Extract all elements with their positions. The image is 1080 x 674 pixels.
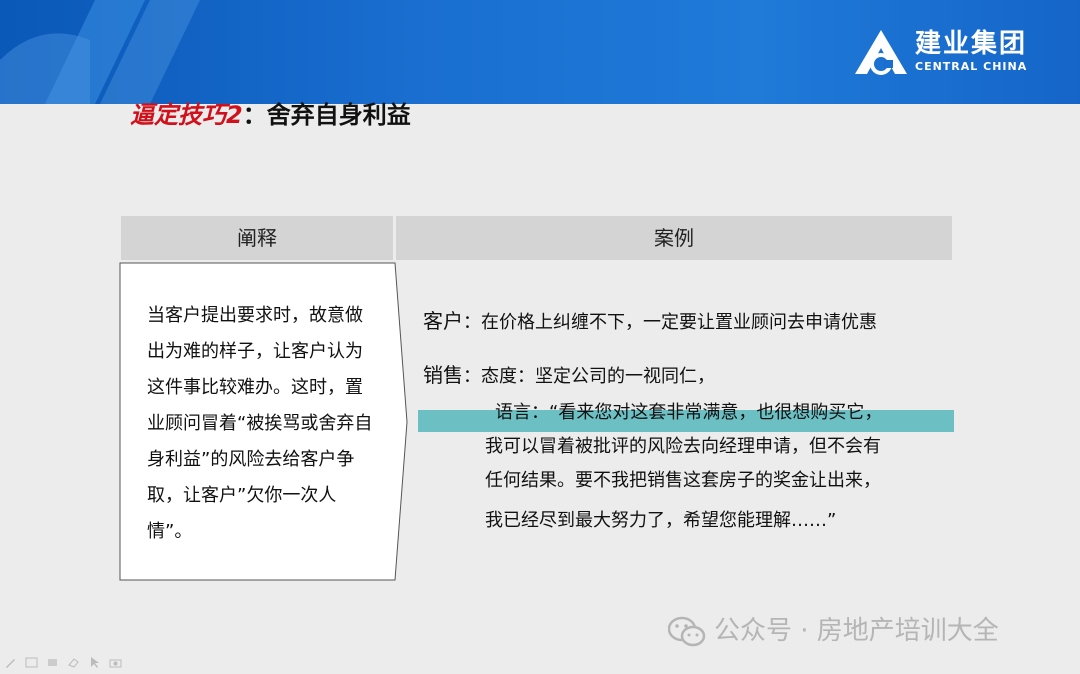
customer-text: ：在价格上纠缠不下，一定要让置业顾问去申请优惠 <box>463 312 877 333</box>
slides-icon[interactable] <box>25 656 38 669</box>
sales-line: 销售：态度：坚定公司的一视同仁， <box>423 358 715 394</box>
header-banner: 建业集团 CENTRAL CHINA <box>0 0 1080 104</box>
banner-decoration <box>0 0 200 104</box>
speech-line-3: 任何结果。要不我把销售这套房子的奖金让出来， <box>485 470 881 491</box>
wechat-icon <box>668 616 706 646</box>
case-header: 案例 <box>396 216 952 260</box>
company-logo: 建业集团 CENTRAL CHINA <box>853 28 1028 78</box>
watermark: 公众号 · 房地产培训大全 <box>668 611 999 651</box>
pointer-icon[interactable] <box>88 656 101 669</box>
presentation-toolbar <box>4 652 125 671</box>
central-china-logo-icon <box>855 30 907 75</box>
title-prefix: 逼定技巧2 <box>130 101 243 129</box>
marker-icon[interactable] <box>46 656 59 669</box>
watermark-text: 公众号 · 房地产培训大全 <box>714 616 999 646</box>
camera-icon[interactable] <box>109 656 122 669</box>
sales-label: 销售 <box>423 363 463 387</box>
title-separator: ： <box>242 101 267 129</box>
speech-line-2: 我可以冒着被批评的风险去向经理申请，但不会有 <box>485 436 881 457</box>
title-main: 舍弃自身利益 <box>266 101 411 129</box>
customer-label: 客户 <box>423 309 463 333</box>
sales-text: ：态度：坚定公司的一视同仁， <box>463 366 715 387</box>
customer-line: 客户：在价格上纠缠不下，一定要让置业顾问去申请优惠 <box>423 304 877 340</box>
logo-name-cn: 建业集团 <box>915 29 1028 59</box>
explanation-text: 当客户提出要求时，故意做出为难的样子，让客户认为这件事比较难办。这时，置业顾问冒… <box>147 305 373 542</box>
logo-name-en: CENTRAL CHINA <box>915 60 1028 73</box>
eraser-icon[interactable] <box>67 656 80 669</box>
speech-line-4: 我已经尽到最大努力了，希望您能理解……” <box>485 510 837 531</box>
explanation-header: 阐释 <box>121 216 393 260</box>
speech-line-1: 语言：“看来您对这套非常满意，也很想购买它， <box>495 402 883 423</box>
slide-title: 逼定技巧2：舍弃自身利益 <box>130 98 411 132</box>
pen-icon[interactable] <box>4 656 17 669</box>
